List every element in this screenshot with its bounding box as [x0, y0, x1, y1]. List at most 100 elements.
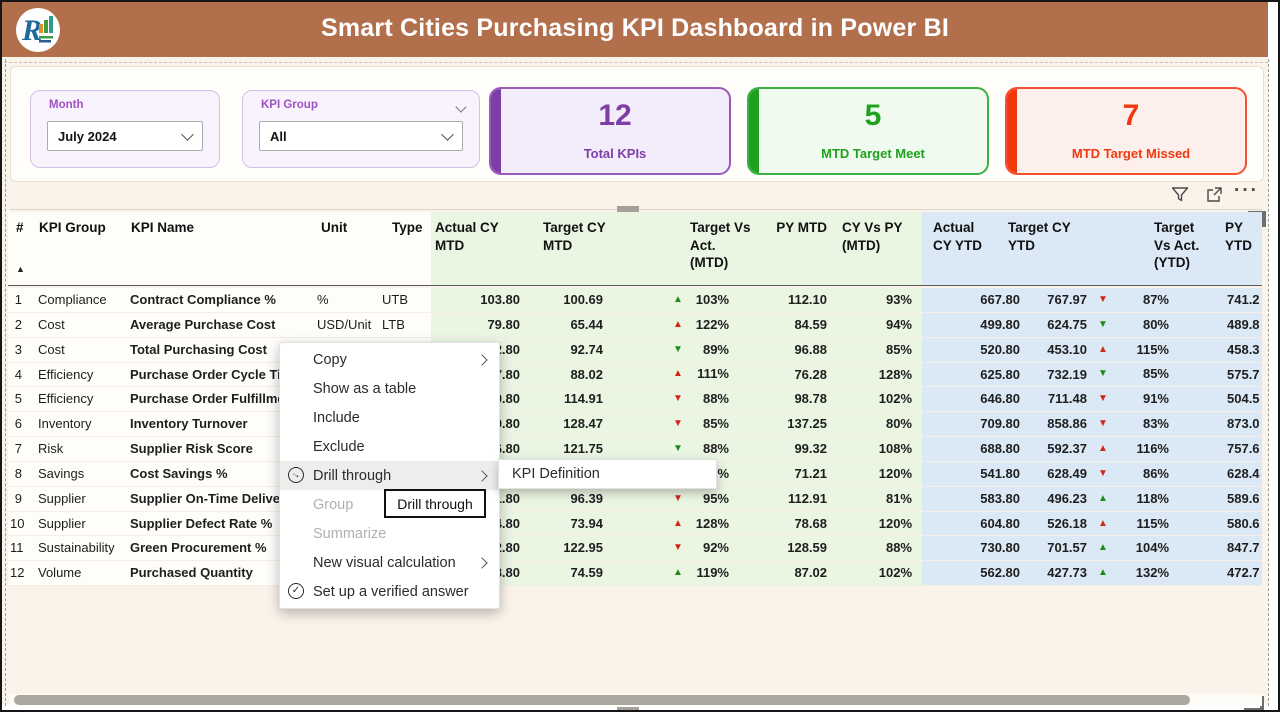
table-row[interactable]: 4EfficiencyPurchase Order Cycle Time7.80… [8, 363, 1262, 388]
kpi-group-dropdown[interactable]: All [259, 121, 463, 151]
target-vs-actual-pct: 95% [703, 487, 729, 511]
arrow-down-icon: ▼ [673, 419, 683, 429]
arrow-down-icon: ▼ [1098, 369, 1108, 379]
target-cy-ytd-cell: 732.19 [1005, 363, 1087, 387]
company-logo-icon: R [14, 6, 62, 54]
focus-mode-icon[interactable] [1204, 185, 1226, 205]
py-ytd-cell: 504.5 [1227, 387, 1262, 411]
target-cy-ytd-cell: 858.86 [1005, 412, 1087, 436]
target-vs-actual-ytd-cell: ▲104% [1098, 536, 1169, 560]
table-row[interactable]: 9SupplierSupplier On-Time Delivery1.8096… [8, 487, 1262, 512]
table-row[interactable]: 5EfficiencyPurchase Order Fulfillment0.8… [8, 387, 1262, 412]
resize-handle-bottom[interactable] [617, 707, 639, 712]
target-vs-actual-mtd-cell: ▼85% [673, 412, 729, 436]
target-vs-actual-ytd-cell: ▼80% [1098, 313, 1169, 337]
month-dropdown-value: July 2024 [58, 129, 117, 144]
row-number: 6 [10, 412, 22, 436]
kpi-group-cell: Efficiency [38, 387, 130, 411]
table-row[interactable]: 3CostTotal Purchasing Cost2.8092.74▼89%9… [8, 338, 1262, 363]
target-vs-actual-pct: 103% [696, 288, 729, 312]
arrow-up-icon: ▲ [1098, 444, 1108, 454]
more-options-icon[interactable]: ··· [1234, 180, 1259, 202]
target-vs-actual-ytd-cell: ▼91% [1098, 387, 1169, 411]
table-row[interactable]: 12VolumePurchased Quantity8.8074.59▲119%… [8, 561, 1262, 586]
column-header[interactable]: Target CY MTD [543, 219, 606, 254]
svg-text:R: R [21, 14, 42, 47]
menu-item-copy[interactable]: Copy [280, 345, 499, 374]
target-vs-actual-mtd-cell: ▲103% [673, 288, 729, 312]
py-ytd-cell: 589.6 [1227, 487, 1262, 511]
mtd-target-meet-label: MTD Target Meet [759, 146, 987, 161]
target-vs-actual-pct: 87% [1143, 288, 1169, 312]
column-header[interactable]: Type [392, 219, 423, 237]
submenu-item-kpi-definition[interactable]: KPI Definition [512, 466, 600, 482]
py-mtd-cell: 76.28 [747, 363, 827, 387]
column-header[interactable]: KPI Group [39, 219, 106, 237]
target-cy-ytd-cell: 767.97 [1005, 288, 1087, 312]
column-header[interactable]: PY YTD [1225, 219, 1262, 254]
arrow-down-icon: ▼ [673, 444, 683, 454]
table-row[interactable]: 10SupplierSupplier Defect Rate %4.8073.9… [8, 512, 1262, 537]
table-row[interactable]: 6InventoryInventory Turnover9.80128.47▼8… [8, 412, 1262, 437]
chevron-down-icon[interactable] [455, 101, 466, 112]
mtd-target-missed-label: MTD Target Missed [1017, 146, 1245, 161]
py-ytd-cell: 575.7 [1227, 363, 1262, 387]
dashboard-page: Smart Cities Purchasing KPI Dashboard in… [0, 0, 1280, 712]
target-cy-mtd-cell: 96.39 [521, 487, 603, 511]
arrow-down-icon: ▼ [1098, 394, 1108, 404]
menu-item-drill-through[interactable]: →Drill through [280, 461, 499, 490]
column-header[interactable]: # [16, 219, 24, 237]
kpi-group-cell: Supplier [38, 487, 130, 511]
menu-item-set-up-a-verified-answer[interactable]: ✓Set up a verified answer [280, 577, 499, 606]
total-kpis-card[interactable]: 12 Total KPIs [489, 87, 731, 175]
arrow-up-icon: ▲ [673, 519, 683, 529]
table-row[interactable]: 1ComplianceContract Compliance %%UTB103.… [8, 288, 1262, 313]
column-header[interactable]: Actual CY MTD [435, 219, 499, 254]
selection-guide-top [4, 62, 1268, 63]
target-vs-actual-ytd-cell: ▼86% [1098, 462, 1169, 486]
row-number: 10 [10, 512, 22, 536]
menu-item-show-as-a-table[interactable]: Show as a table [280, 374, 499, 403]
column-header[interactable]: PY MTD [753, 219, 827, 237]
column-header[interactable]: CY Vs PY (MTD) [842, 219, 903, 254]
mtd-target-missed-card[interactable]: 7 MTD Target Missed [1005, 87, 1247, 175]
menu-item-exclude[interactable]: Exclude [280, 432, 499, 461]
py-mtd-cell: 128.59 [747, 536, 827, 560]
column-header[interactable]: Target CY YTD [1008, 219, 1071, 254]
month-dropdown[interactable]: July 2024 [47, 121, 203, 151]
target-vs-actual-mtd-cell: ▼88% [673, 387, 729, 411]
mtd-target-meet-card[interactable]: 5 MTD Target Meet [747, 87, 989, 175]
py-ytd-cell: 847.7 [1227, 536, 1262, 560]
target-vs-actual-pct: 128% [696, 512, 729, 536]
chevron-right-icon [476, 354, 487, 365]
target-vs-actual-pct: 122% [696, 313, 729, 337]
tooltip-label: Drill through [397, 496, 472, 512]
column-header[interactable]: Actual CY YTD [933, 219, 982, 254]
table-row[interactable]: 2CostAverage Purchase CostUSD/UnitLTB79.… [8, 313, 1262, 338]
card-accent-bar [491, 89, 501, 173]
target-cy-mtd-cell: 100.69 [521, 288, 603, 312]
horizontal-scrollbar-thumb[interactable] [14, 695, 1190, 705]
arrow-up-icon: ▲ [673, 568, 683, 578]
target-cy-ytd-cell: 526.18 [1005, 512, 1087, 536]
menu-item-new-visual-calculation[interactable]: New visual calculation [280, 548, 499, 577]
sort-ascending-icon[interactable]: ▲ [16, 264, 25, 274]
card-accent-bar [749, 89, 759, 173]
column-header[interactable]: Target Vs Act. (YTD) [1154, 219, 1199, 272]
menu-item-include[interactable]: Include [280, 403, 499, 432]
table-row[interactable]: 11SustainabilityGreen Procurement %2.801… [8, 536, 1262, 561]
menu-item-summarize: Summarize [280, 519, 499, 548]
py-mtd-cell: 112.10 [747, 288, 827, 312]
filter-icon[interactable] [1170, 185, 1192, 205]
context-menu: CopyShow as a tableIncludeExclude→Drill … [279, 342, 500, 609]
row-number: 3 [10, 338, 22, 362]
column-header[interactable]: Unit [321, 219, 347, 237]
column-header[interactable]: KPI Name [131, 219, 194, 237]
cy-vs-py-mtd-cell: 93% [833, 288, 912, 312]
py-mtd-cell: 84.59 [747, 313, 827, 337]
column-header[interactable]: Target Vs Act. (MTD) [690, 219, 751, 272]
kpi-group-cell: Savings [38, 462, 130, 486]
chevron-right-icon [476, 470, 487, 481]
target-vs-actual-mtd-cell: ▲122% [673, 313, 729, 337]
kpi-group-cell: Risk [38, 437, 130, 461]
